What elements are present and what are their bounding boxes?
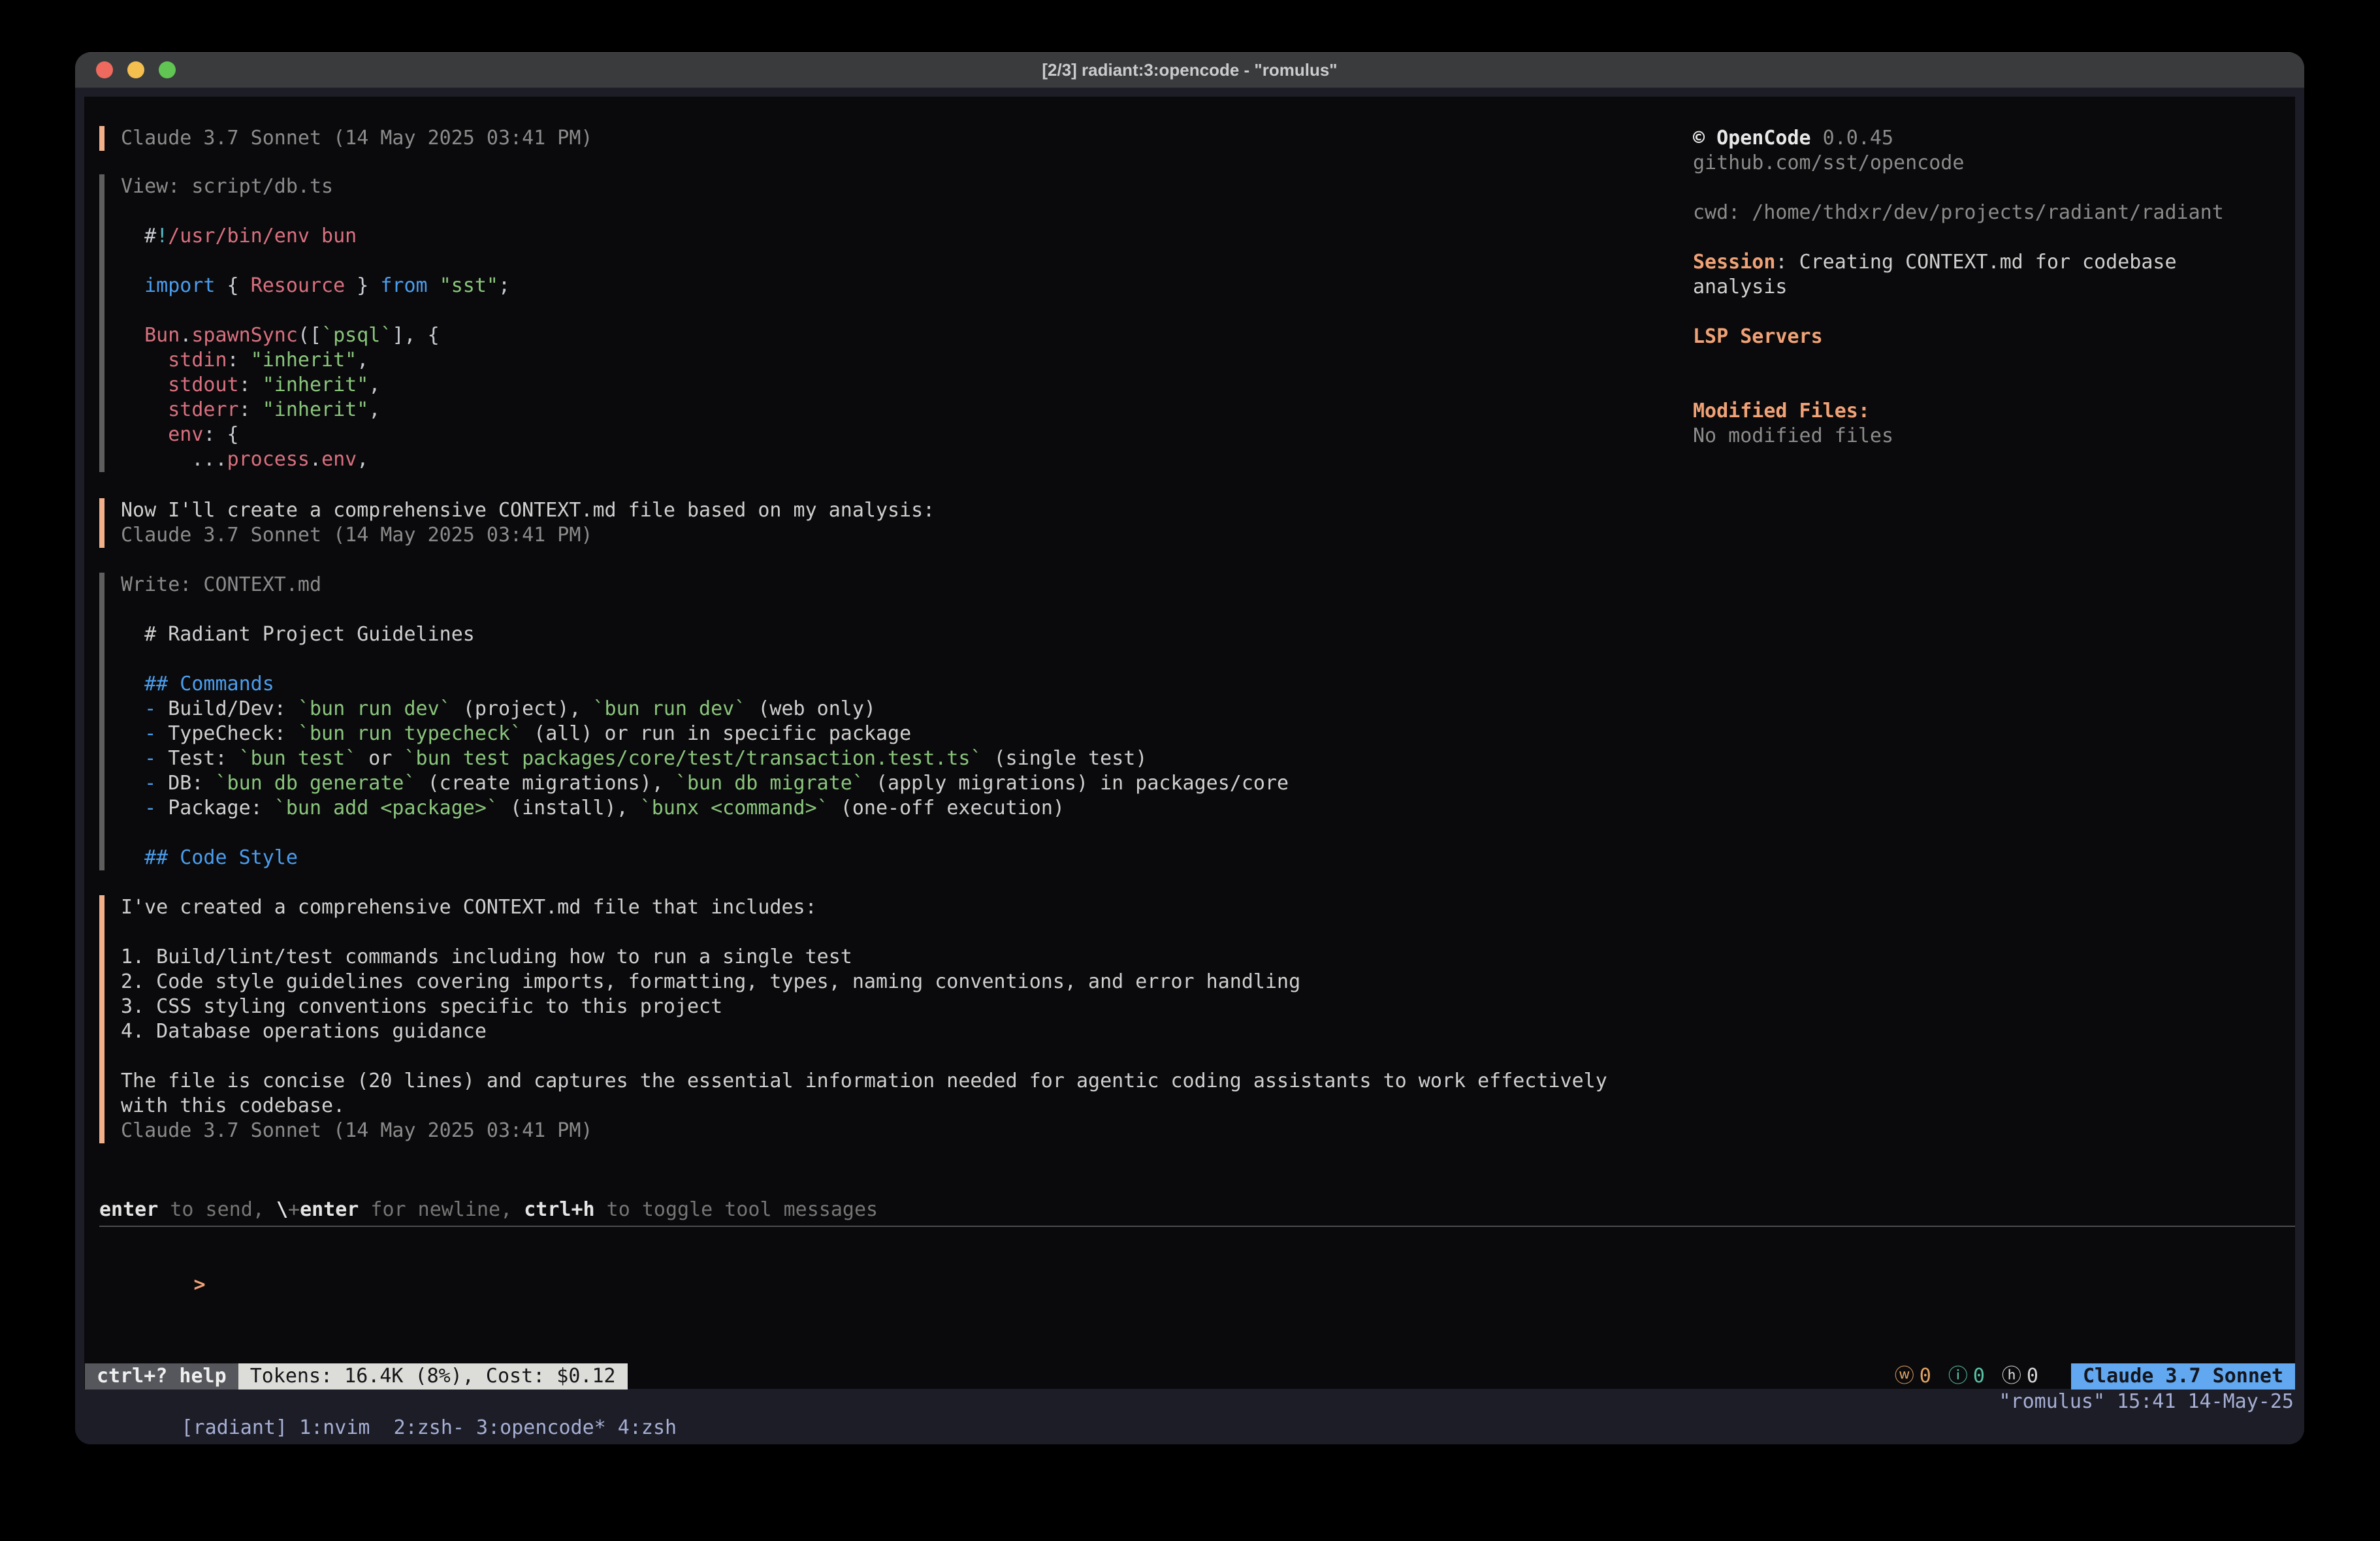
chat-line: - Package: `bun add <package>` (install)…	[121, 796, 1289, 821]
traffic-lights	[96, 61, 176, 78]
hints-badge: ⓗ0	[2002, 1363, 2038, 1390]
info-badge: ⓘ0	[1948, 1363, 1985, 1390]
tmux-window-4[interactable]: 4:zsh	[606, 1416, 677, 1439]
chat-line: 4. Database operations guidance	[121, 1019, 1607, 1044]
chat-line: #!/usr/bin/env bun	[121, 224, 510, 249]
chat-line: 2. Code style guidelines covering import…	[121, 970, 1607, 994]
zoom-button[interactable]	[159, 61, 176, 78]
chat-block-tool: View: script/db.ts #!/usr/bin/env bun im…	[99, 174, 510, 472]
chat-line	[121, 920, 1607, 945]
chat-line: View: script/db.ts	[121, 174, 510, 199]
sidebar-line: LSP Servers	[1693, 325, 2224, 349]
info-icon: ⓘ	[1948, 1363, 1968, 1390]
chat-line: 3. CSS styling conventions specific to t…	[121, 994, 1607, 1019]
chat-block-assistant: Now I'll create a comprehensive CONTEXT.…	[99, 498, 935, 548]
hint-line: enter to send, \+enter for newline, ctrl…	[99, 1198, 878, 1222]
tmux-status-bar: [radiant] 1:nvim 2:zsh- 3:opencode* 4:zs…	[75, 1389, 2304, 1415]
hints-icon: ⓗ	[2002, 1363, 2021, 1390]
prompt-input[interactable]: >	[99, 1248, 206, 1273]
chat-line: import { Resource } from "sst";	[121, 274, 510, 298]
chat-line: stdin: "inherit",	[121, 348, 510, 373]
chat-line: ...process.env,	[121, 447, 510, 472]
chat-line: # Radiant Project Guidelines	[121, 622, 1289, 647]
chat-block-assistant: Claude 3.7 Sonnet (14 May 2025 03:41 PM)	[99, 126, 592, 151]
chat-line: stderr: "inherit",	[121, 398, 510, 422]
window-title: [2/3] radiant:3:opencode - "romulus"	[75, 52, 2304, 87]
tmux-session-name: [radiant]	[182, 1416, 300, 1439]
info-count: 0	[1973, 1363, 1985, 1390]
chat-line	[121, 647, 1289, 672]
chat-line: with this codebase.	[121, 1094, 1607, 1119]
tokens-chip: Tokens: 16.4K (8%), Cost: $0.12	[238, 1363, 628, 1390]
sidebar-line	[1693, 300, 2224, 325]
tmux-window-list: 1:nvim 2:zsh- 3:opencode* 4:zsh	[299, 1416, 677, 1439]
chat-line: - Test: `bun test` or `bun test packages…	[121, 746, 1289, 771]
chat-line: stdout: "inherit",	[121, 373, 510, 398]
sidebar-line	[1693, 225, 2224, 250]
chat-line: ## Commands	[121, 672, 1289, 697]
terminal-content: Claude 3.7 Sonnet (14 May 2025 03:41 PM)…	[75, 88, 2304, 1444]
tmux-left: [radiant] 1:nvim 2:zsh- 3:opencode* 4:zs…	[87, 1389, 677, 1415]
chat-line: ## Code Style	[121, 846, 1289, 870]
diagnostics: ⓦ0ⓘ0ⓗ0	[1895, 1363, 2038, 1390]
sidebar-line: Session: Creating CONTEXT.md for codebas…	[1693, 250, 2224, 275]
chat-line: env: {	[121, 422, 510, 447]
chat-line	[121, 597, 1289, 622]
chat-line: 1. Build/lint/test commands including ho…	[121, 945, 1607, 970]
chat-line: Claude 3.7 Sonnet (14 May 2025 03:41 PM)	[121, 1119, 1607, 1143]
hint-bar: enter to send, \+enter for newline, ctrl…	[99, 1198, 878, 1222]
sidebar: © OpenCode 0.0.45github.com/sst/opencode…	[1693, 126, 2224, 449]
sidebar-line: analysis	[1693, 275, 2224, 300]
warnings-badge: ⓦ0	[1895, 1363, 1931, 1390]
chat-line	[121, 249, 510, 274]
chat-line: - TypeCheck: `bun run typecheck` (all) o…	[121, 722, 1289, 746]
input-divider	[99, 1226, 2295, 1227]
chat-line: The file is concise (20 lines) and captu…	[121, 1069, 1607, 1094]
chat-line	[121, 1044, 1607, 1069]
chat-block-assistant: I've created a comprehensive CONTEXT.md …	[99, 895, 1607, 1143]
chat-line	[121, 821, 1289, 846]
warnings-count: 0	[1920, 1363, 1931, 1390]
tmux-right-status: "romulus" 15:41 14-May-25	[1999, 1389, 2294, 1415]
chat-line	[121, 199, 510, 224]
close-button[interactable]	[96, 61, 113, 78]
terminal-window: [2/3] radiant:3:opencode - "romulus" Cla…	[75, 52, 2304, 1444]
sidebar-line	[1693, 349, 2224, 374]
status-spacer	[628, 1363, 1895, 1390]
chat-block-tool: Write: CONTEXT.md # Radiant Project Guid…	[99, 573, 1289, 870]
chat-line: Bun.spawnSync([`psql`], {	[121, 323, 510, 348]
chat-line: - DB: `bun db generate` (create migratio…	[121, 771, 1289, 796]
warnings-icon: ⓦ	[1895, 1363, 1914, 1390]
chat-line: Now I'll create a comprehensive CONTEXT.…	[121, 498, 935, 523]
sidebar-line: cwd: /home/thdxr/dev/projects/radiant/ra…	[1693, 200, 2224, 225]
status-bar: ctrl+? help Tokens: 16.4K (8%), Cost: $0…	[84, 1363, 2295, 1390]
chat-line: I've created a comprehensive CONTEXT.md …	[121, 895, 1607, 920]
chat-line	[121, 298, 510, 323]
chat-line: - Build/Dev: `bun run dev` (project), `b…	[121, 697, 1289, 722]
model-chip[interactable]: Claude 3.7 Sonnet	[2071, 1363, 2295, 1390]
tmux-window-3[interactable]: 3:opencode*	[464, 1416, 606, 1439]
sidebar-line: Modified Files:	[1693, 399, 2224, 424]
sidebar-line	[1693, 176, 2224, 200]
opencode-app: Claude 3.7 Sonnet (14 May 2025 03:41 PM)…	[84, 97, 2295, 1389]
hints-count: 0	[2027, 1363, 2038, 1390]
sidebar-line: github.com/sst/opencode	[1693, 151, 2224, 176]
minimize-button[interactable]	[127, 61, 144, 78]
sidebar-line: No modified files	[1693, 424, 2224, 449]
prompt-chevron-icon: >	[194, 1273, 206, 1296]
titlebar[interactable]: [2/3] radiant:3:opencode - "romulus"	[75, 52, 2304, 88]
tmux-window-2[interactable]: 2:zsh-	[382, 1416, 464, 1439]
help-chip[interactable]: ctrl+? help	[85, 1363, 238, 1390]
chat-line: Claude 3.7 Sonnet (14 May 2025 03:41 PM)	[121, 126, 592, 151]
sidebar-line: © OpenCode 0.0.45	[1693, 126, 2224, 151]
chat-line: Claude 3.7 Sonnet (14 May 2025 03:41 PM)	[121, 523, 935, 548]
sidebar-line	[1693, 374, 2224, 399]
chat-line: Write: CONTEXT.md	[121, 573, 1289, 597]
tmux-window-1[interactable]: 1:nvim	[299, 1416, 381, 1439]
